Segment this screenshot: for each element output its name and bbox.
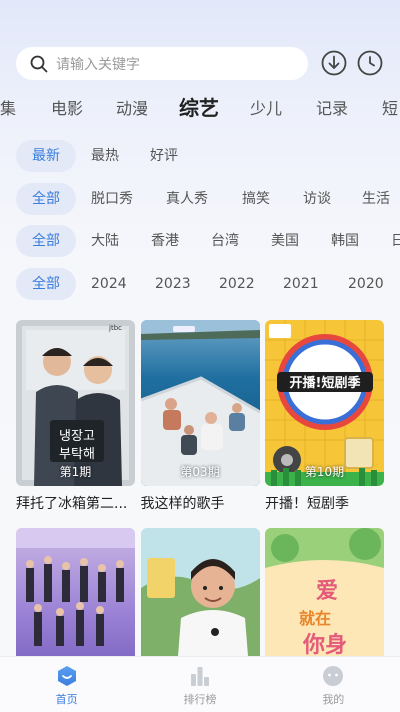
- chip-2021[interactable]: 2021: [283, 268, 319, 300]
- sort-filter-row: 最新 最热 好评: [0, 140, 400, 172]
- tab-home-label: 首页: [55, 693, 78, 706]
- tab-home[interactable]: 首页: [0, 657, 133, 712]
- tab-short[interactable]: 短: [382, 96, 398, 122]
- search-input[interactable]: 请输入关键字: [16, 47, 308, 80]
- show-poster: 第03期: [140, 320, 260, 486]
- tab-profile-label: 我的: [322, 693, 345, 706]
- svg-text:开播!短剧季: 开播!短剧季: [290, 375, 361, 391]
- show-title: 拜托了冰箱第二...: [16, 496, 128, 512]
- chip-talk-show[interactable]: 脱口秀: [91, 183, 133, 215]
- region-filter-row: 全部 大陆 香港 台湾 美国 韩国 日: [0, 225, 400, 257]
- chip-2023[interactable]: 2023: [155, 268, 191, 300]
- chart-bars-icon: [190, 667, 209, 686]
- show-card[interactable]: 냉장고 부탁해 jtbc 第1期 拜托了冰箱第二...: [16, 320, 135, 513]
- show-card[interactable]: 开播!短剧季 第10期 开播！短剧季: [265, 320, 384, 513]
- home-icon: [57, 666, 76, 686]
- show-title: 我这样的歌手: [140, 496, 225, 512]
- tab-movie[interactable]: 电影: [51, 96, 83, 122]
- chip-top-rated[interactable]: 好评: [150, 140, 178, 172]
- svg-text:부탁해: 부탁해: [59, 447, 95, 462]
- show-poster: 开播!短剧季 第10期: [265, 320, 384, 486]
- tab-kids[interactable]: 少儿: [250, 96, 282, 122]
- chip-region-all[interactable]: 全部: [16, 225, 76, 257]
- clock-icon[interactable]: [356, 49, 384, 77]
- chip-usa[interactable]: 美国: [271, 225, 299, 257]
- chip-hongkong[interactable]: 香港: [151, 225, 179, 257]
- chip-korea[interactable]: 韩国: [331, 225, 359, 257]
- category-tabs: 集 电影 动漫 综艺 少儿 记录 短: [0, 96, 400, 122]
- svg-text:爱: 爱: [316, 579, 338, 604]
- download-icon[interactable]: [320, 49, 348, 77]
- show-card[interactable]: 第03期 我这样的歌手: [140, 320, 260, 513]
- search-placeholder: 请输入关键字: [56, 56, 140, 73]
- genre-filter-row: 全部 脱口秀 真人秀 搞笑 访谈 生活: [0, 183, 400, 215]
- chip-year-all[interactable]: 全部: [16, 268, 76, 300]
- tab-ji[interactable]: 集: [0, 96, 16, 122]
- episode-label: 第03期: [180, 465, 220, 479]
- chip-taiwan[interactable]: 台湾: [211, 225, 239, 257]
- chip-comedy[interactable]: 搞笑: [242, 183, 270, 215]
- tab-ranking-label: 排行榜: [183, 693, 217, 706]
- svg-text:냉장고: 냉장고: [59, 429, 95, 444]
- bottom-tab-bar: 首页 排行榜 我的: [0, 656, 400, 712]
- episode-label: 第10期: [304, 465, 345, 479]
- chip-latest[interactable]: 最新: [16, 140, 76, 172]
- chip-lifestyle[interactable]: 生活: [362, 183, 390, 215]
- chip-interview[interactable]: 访谈: [303, 183, 331, 215]
- chip-2022[interactable]: 2022: [219, 268, 255, 300]
- search-icon: [30, 55, 48, 72]
- tab-profile[interactable]: 我的: [267, 657, 400, 712]
- year-filter-row: 全部 2024 2023 2022 2021 2020: [0, 268, 400, 300]
- tab-variety[interactable]: 综艺: [179, 96, 219, 120]
- profile-face-icon: [323, 666, 344, 686]
- show-title: 开播！短剧季: [265, 496, 349, 512]
- search-row: 请输入关键字: [16, 47, 384, 80]
- chip-2024[interactable]: 2024: [91, 268, 127, 300]
- chip-2020[interactable]: 2020: [348, 268, 384, 300]
- tab-documentary[interactable]: 记录: [316, 96, 348, 122]
- svg-text:jtbc: jtbc: [108, 324, 122, 332]
- svg-text:你身: 你身: [302, 632, 347, 658]
- chip-japan[interactable]: 日: [391, 225, 400, 257]
- chip-reality-show[interactable]: 真人秀: [166, 183, 208, 215]
- chip-hottest[interactable]: 最热: [91, 140, 119, 172]
- chip-mainland[interactable]: 大陆: [91, 225, 119, 257]
- episode-label: 第1期: [59, 465, 92, 479]
- svg-text:就在: 就在: [299, 609, 331, 628]
- show-poster: 냉장고 부탁해 jtbc 第1期: [16, 320, 135, 486]
- chip-genre-all[interactable]: 全部: [16, 183, 76, 215]
- tab-anime[interactable]: 动漫: [116, 96, 148, 122]
- tab-ranking[interactable]: 排行榜: [133, 657, 266, 712]
